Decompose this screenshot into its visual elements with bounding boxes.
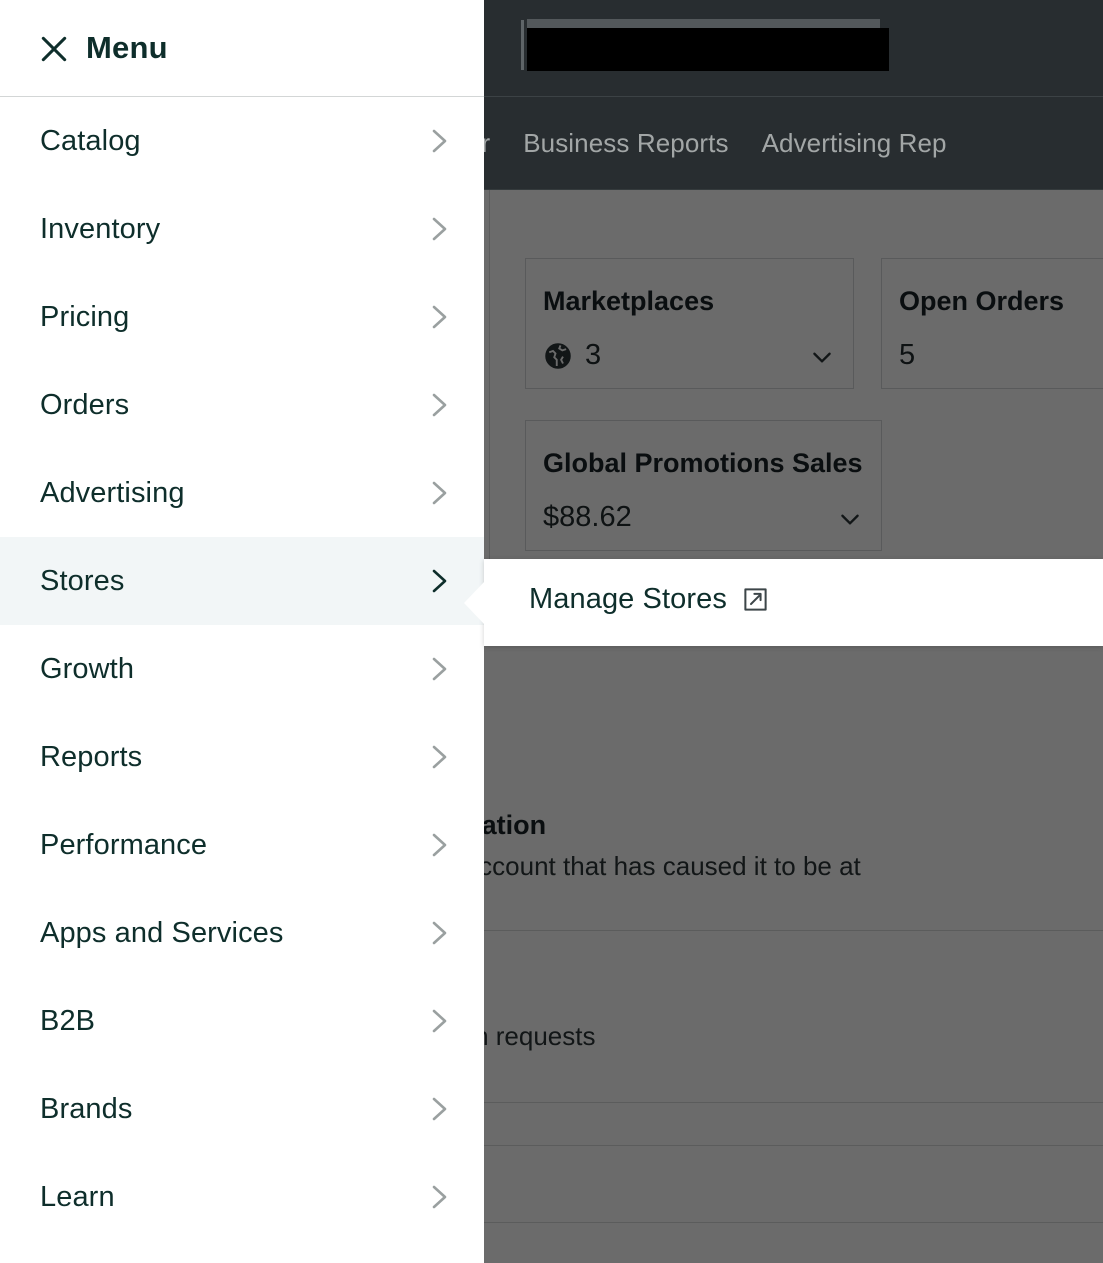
- chevron-right-icon[interactable]: [427, 566, 451, 596]
- external-link-icon: [742, 586, 769, 613]
- navigation-drawer: Menu Catalog Inventory Pricing Orders Advert…: [0, 0, 484, 1263]
- header-left-rail: [521, 20, 524, 70]
- chevron-right-icon[interactable]: [427, 830, 451, 860]
- section-divider-4: [484, 1222, 1103, 1223]
- chevron-right-icon[interactable]: [427, 390, 451, 420]
- sidebar-item-learn[interactable]: Learn: [0, 1153, 484, 1241]
- sidebar-item-label: Reports: [40, 741, 142, 774]
- sidebar-item-label: Brands: [40, 1093, 133, 1126]
- sidebar-item-brands[interactable]: Brands: [0, 1065, 484, 1153]
- sidebar-item-b2b[interactable]: B2B: [0, 977, 484, 1065]
- card-title: Open Orders: [899, 286, 1064, 317]
- sidebar-item-label: Performance: [40, 829, 207, 862]
- card-value-text: $88.62: [543, 501, 632, 534]
- sidebar-item-label: Stores: [40, 565, 124, 598]
- card-value-row: 3: [543, 339, 601, 372]
- chevron-down-icon[interactable]: [809, 344, 835, 370]
- sidebar-item-label: Orders: [40, 389, 129, 422]
- chevron-right-icon[interactable]: [427, 654, 451, 684]
- chevron-right-icon[interactable]: [427, 214, 451, 244]
- sidebar-item-label: Apps and Services: [40, 917, 284, 950]
- chevron-right-icon[interactable]: [427, 1006, 451, 1036]
- sidebar-item-advertising[interactable]: Advertising: [0, 449, 484, 537]
- globe-icon: [543, 341, 573, 371]
- sidebar-item-growth[interactable]: Growth: [0, 625, 484, 713]
- sidebar-item-reports[interactable]: Reports: [0, 713, 484, 801]
- section-divider-3: [484, 1145, 1103, 1146]
- section-divider-2: [484, 1102, 1103, 1103]
- search-top-strip: [527, 19, 880, 28]
- drawer-title: Menu: [86, 30, 168, 66]
- card-open-orders[interactable]: Open Orders 5: [881, 258, 1103, 389]
- sidebar-item-orders[interactable]: Orders: [0, 361, 484, 449]
- chevron-down-icon[interactable]: [837, 506, 863, 532]
- sidebar-item-label: Growth: [40, 653, 134, 686]
- drawer-header: Menu: [0, 0, 484, 97]
- card-marketplaces[interactable]: Marketplaces 3: [525, 258, 854, 389]
- sidebar-item-label: Advertising: [40, 477, 185, 510]
- submenu-item-label: Manage Stores: [529, 583, 727, 616]
- nav-link-business-reports[interactable]: Business Reports: [523, 128, 728, 159]
- card-title: Global Promotions Sales: [543, 448, 863, 479]
- sidebar-item-pricing[interactable]: Pricing: [0, 273, 484, 361]
- stores-submenu-panel: Manage Stores: [484, 559, 1103, 646]
- sidebar-item-label: Learn: [40, 1181, 115, 1214]
- search-redaction-box: [527, 28, 889, 71]
- sidebar-item-stores[interactable]: Stores: [0, 537, 484, 625]
- sidebar-item-performance[interactable]: Performance: [0, 801, 484, 889]
- sidebar-item-label: Inventory: [40, 213, 160, 246]
- sidebar-item-label: Pricing: [40, 301, 129, 334]
- content-left-rail: [489, 190, 490, 610]
- nav-link-advertising-reports[interactable]: Advertising Rep: [762, 128, 947, 159]
- chevron-right-icon[interactable]: [427, 742, 451, 772]
- chevron-right-icon[interactable]: [427, 1094, 451, 1124]
- submenu-item-manage-stores[interactable]: Manage Stores: [529, 583, 769, 616]
- chevron-right-icon[interactable]: [427, 126, 451, 156]
- chevron-right-icon[interactable]: [427, 918, 451, 948]
- screen-root: aign Manager Business Reports Advertisin…: [0, 0, 1103, 1263]
- card-value-text: 3: [585, 339, 601, 372]
- card-global-promotions-sales[interactable]: Global Promotions Sales $88.62: [525, 420, 882, 551]
- sidebar-item-catalog[interactable]: Catalog: [0, 97, 484, 185]
- card-value-row: 5: [899, 339, 915, 372]
- submenu-notch: [464, 581, 485, 625]
- sidebar-item-apps-and-services[interactable]: Apps and Services: [0, 889, 484, 977]
- close-icon[interactable]: [38, 33, 70, 65]
- drawer-menu-list: Catalog Inventory Pricing Orders Advertising…: [0, 97, 484, 1241]
- chevron-right-icon[interactable]: [427, 302, 451, 332]
- alert-divider-1: [484, 930, 1103, 931]
- sidebar-item-label: Catalog: [40, 125, 141, 158]
- sidebar-item-inventory[interactable]: Inventory: [0, 185, 484, 273]
- global-search-input[interactable]: [527, 19, 889, 71]
- sidebar-item-label: B2B: [40, 1005, 95, 1038]
- card-title: Marketplaces: [543, 286, 714, 317]
- card-value-row: $88.62: [543, 501, 632, 534]
- chevron-right-icon[interactable]: [427, 1182, 451, 1212]
- card-value-text: 5: [899, 339, 915, 372]
- chevron-right-icon[interactable]: [427, 478, 451, 508]
